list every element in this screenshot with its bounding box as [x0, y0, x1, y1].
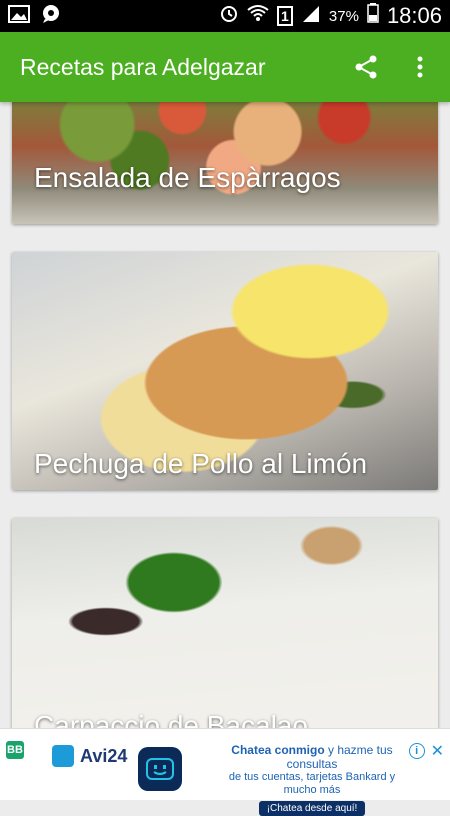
battery-percent: 37% — [328, 7, 359, 25]
recipe-title: Ensalada de Espàrragos — [34, 162, 341, 193]
recipe-title: Carpaccio de Bacalao — [34, 710, 308, 728]
close-icon[interactable]: ✕ — [431, 741, 444, 761]
ad-headline: Chatea conmigo y hazme tus consultas — [231, 743, 393, 771]
ad-brand: Avi24 — [80, 745, 128, 766]
info-icon[interactable]: i — [408, 743, 425, 759]
ad-body: de tus cuentas, tarjetas Bankard y mucho… — [228, 771, 396, 796]
app-title: Recetas para Adelgazar — [20, 53, 266, 80]
ad-cta-button[interactable]: ¡Chatea desde aquí! — [258, 801, 366, 816]
app-bar: Recetas para Adelgazar — [0, 32, 450, 102]
share-icon[interactable] — [352, 53, 380, 81]
ad-text: Chatea conmigo y hazme tus consultas de … — [212, 743, 412, 816]
battery-icon — [367, 3, 379, 29]
alarm-icon — [219, 3, 239, 29]
signal-icon — [301, 4, 321, 28]
clock: 18:06 — [386, 3, 442, 28]
recipe-card[interactable]: Pechuga de Pollo al Limón — [12, 252, 438, 490]
overflow-menu-icon[interactable] — [406, 53, 434, 81]
ad-badge: BB — [6, 741, 24, 759]
sim-indicator: 1 — [276, 6, 293, 26]
ad-logo: Avi24 — [52, 745, 127, 767]
status-bar: 1 37% 18:06 — [0, 0, 450, 32]
recipe-image — [12, 518, 438, 728]
ad-banner[interactable]: BB Avi24 Chatea conmigo y hazme tus cons… — [0, 728, 450, 816]
robot-icon — [138, 747, 182, 791]
gallery-icon — [8, 4, 30, 28]
recipe-list: Ensalada de Espàrragos Pechuga de Pollo … — [0, 102, 450, 728]
chat-bubble-icon — [52, 745, 74, 767]
recipe-card[interactable]: Carpaccio de Bacalao — [12, 518, 438, 728]
wifi-icon — [247, 4, 269, 28]
recipe-title: Pechuga de Pollo al Limón — [34, 448, 368, 479]
recipe-card[interactable]: Ensalada de Espàrragos — [12, 102, 438, 224]
chat-notification-icon — [40, 4, 62, 29]
